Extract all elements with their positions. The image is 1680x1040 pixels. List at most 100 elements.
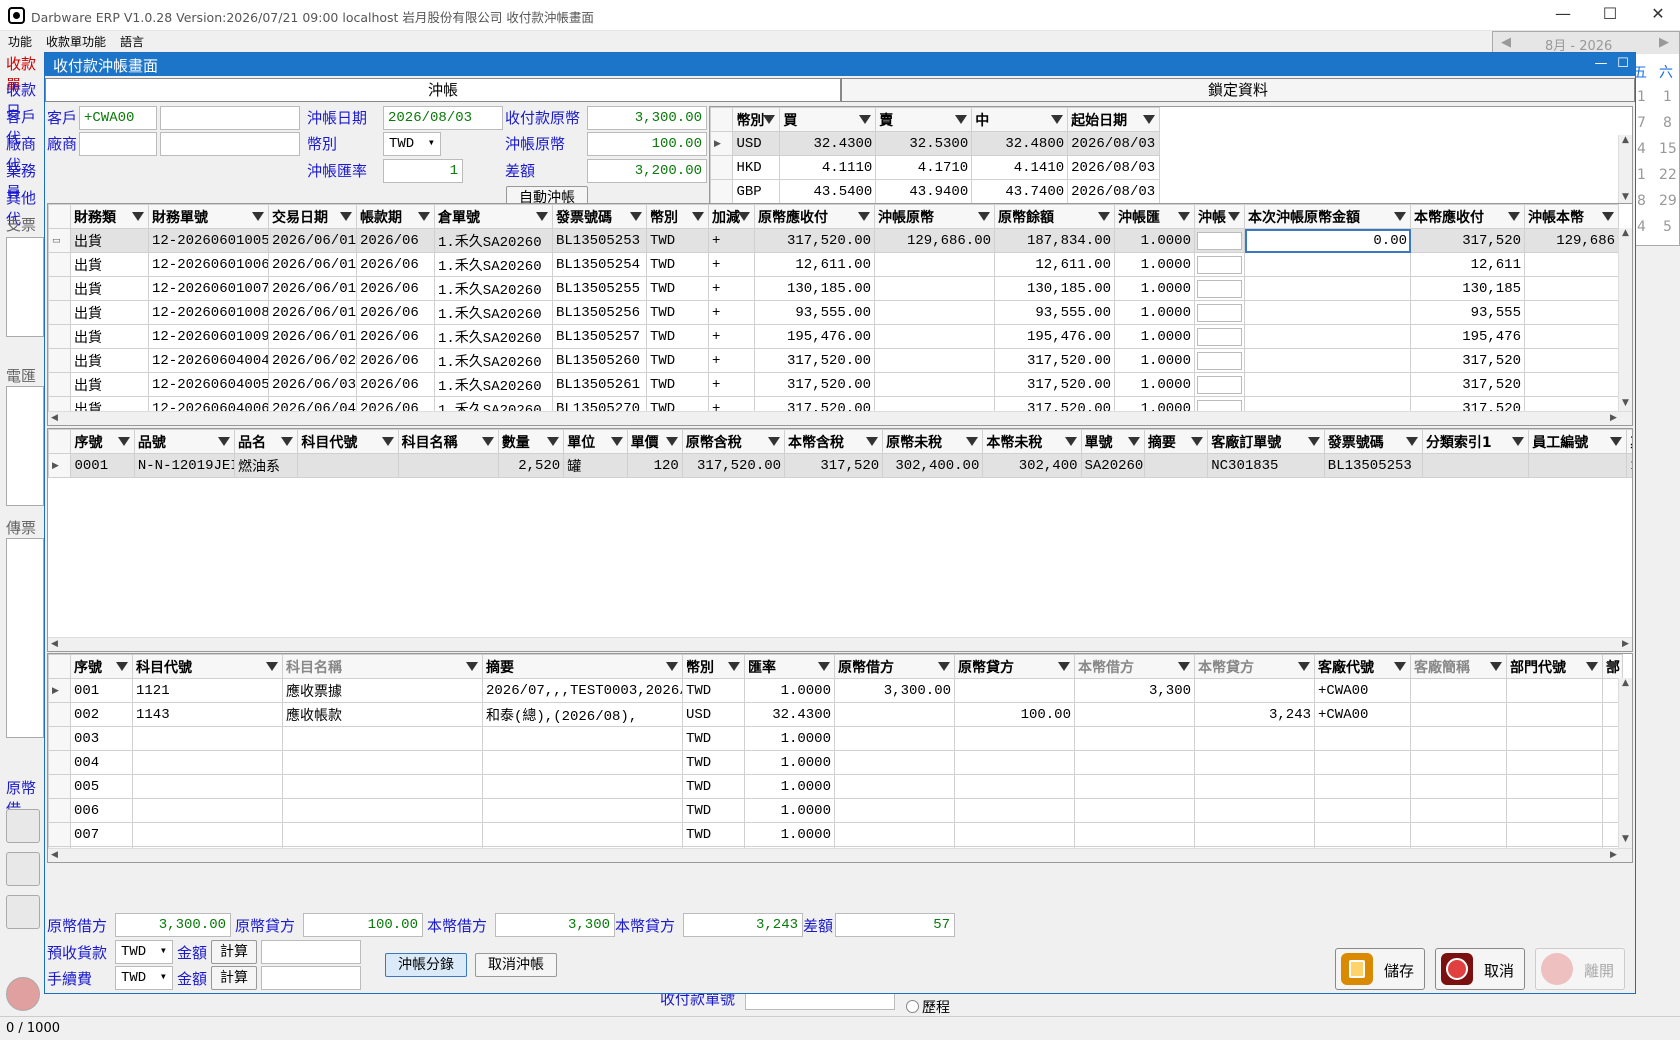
row-indicator[interactable]: ▭: [48, 228, 71, 253]
calendar-day[interactable]: 22: [1659, 167, 1677, 183]
rates-header-1[interactable]: 買: [779, 107, 877, 132]
entries-header-9[interactable]: 本幣貸方: [1194, 654, 1315, 679]
entries-cell[interactable]: 004: [70, 750, 133, 775]
entries-cell[interactable]: 001: [70, 678, 133, 703]
entries-cell[interactable]: [954, 774, 1075, 799]
docs-cell[interactable]: +: [708, 276, 755, 301]
docs-cell[interactable]: BL13505253: [552, 228, 647, 253]
entries-cell[interactable]: [1506, 702, 1603, 727]
docs-cell[interactable]: [874, 348, 995, 373]
docs-cell[interactable]: 出貨: [70, 372, 149, 397]
table-row[interactable]: GBP 43.5400 43.9400 43.7400 2026/08/03: [710, 179, 1160, 203]
table-row[interactable]: 004 TWD 1.0000: [48, 750, 1623, 775]
entries-cell[interactable]: [132, 774, 283, 799]
rates-cell[interactable]: 4.1110: [779, 155, 877, 180]
docs-cell[interactable]: [1194, 276, 1245, 301]
docs-cell[interactable]: 1.禾久SA20260: [434, 252, 553, 277]
entries-cell[interactable]: TWD: [682, 774, 745, 799]
docs-cell[interactable]: 12-20260601005: [148, 228, 269, 253]
items-header-11[interactable]: 本幣未稅: [982, 429, 1082, 454]
entries-header-0[interactable]: 序號: [70, 654, 133, 679]
menu-receipt[interactable]: 收款單功能: [46, 33, 106, 50]
docs-cell[interactable]: 2026/06: [356, 228, 435, 253]
docs-cell[interactable]: 1.0000: [1114, 372, 1195, 397]
entries-cell[interactable]: 應收票據: [282, 678, 483, 703]
offset-checkbox[interactable]: [1197, 327, 1242, 346]
entries-cell[interactable]: 003: [70, 726, 133, 751]
entries-cell[interactable]: 3,300: [1074, 678, 1195, 703]
calendar-prev-icon[interactable]: ◀: [1501, 35, 1511, 50]
rates-cell[interactable]: 4.1710: [875, 155, 973, 180]
docs-cell[interactable]: 93,555.00: [754, 300, 875, 325]
row-indicator[interactable]: [48, 276, 71, 301]
docs-cell[interactable]: 93,555.00: [994, 300, 1115, 325]
rates-vscroll[interactable]: ▲ ▼: [1618, 135, 1632, 203]
currency-select[interactable]: TWD: [383, 132, 441, 156]
docs-cell[interactable]: 317,520.00: [994, 372, 1115, 397]
docs-cell[interactable]: TWD: [646, 348, 709, 373]
entries-cell[interactable]: [1410, 750, 1507, 775]
docs-cell[interactable]: [1244, 372, 1411, 397]
table-row[interactable]: ▶ 0001 N-N-12019JEI 燃油系 2,520 罐 120 317,520.00 3…: [48, 453, 1632, 478]
row-indicator[interactable]: [48, 252, 71, 277]
entries-cell[interactable]: [954, 822, 1075, 847]
docs-cell[interactable]: [1194, 348, 1245, 373]
calendar-day[interactable]: 4: [1637, 219, 1646, 235]
scroll-left-icon[interactable]: ◀: [51, 639, 58, 649]
calendar-day[interactable]: 4: [1637, 141, 1646, 157]
docs-cell[interactable]: 129,686: [1524, 228, 1619, 253]
entries-cell[interactable]: [1410, 702, 1507, 727]
entries-cell[interactable]: [1506, 678, 1603, 703]
row-indicator[interactable]: [710, 179, 734, 203]
calendar-next-icon[interactable]: ▶: [1659, 35, 1669, 50]
docs-header-13[interactable]: 本次沖帳原幣金額: [1244, 204, 1411, 229]
entries-cell[interactable]: [834, 774, 955, 799]
docs-cell[interactable]: 12-20260601007: [148, 276, 269, 301]
docs-cell[interactable]: 1.禾久SA20260: [434, 348, 553, 373]
entries-cell[interactable]: 1.0000: [744, 678, 835, 703]
docs-cell[interactable]: 1.0000: [1114, 228, 1195, 253]
rates-cell[interactable]: 43.5400: [779, 179, 877, 203]
entries-cell[interactable]: 2026/07,,,TEST0003,2026/: [482, 678, 683, 703]
rates-header-2[interactable]: 賣: [875, 107, 973, 132]
docs-header-3[interactable]: 帳款期: [356, 204, 435, 229]
docs-cell[interactable]: BL13505254: [552, 252, 647, 277]
scroll-left-icon[interactable]: ◀: [51, 850, 58, 860]
items-cell[interactable]: [1528, 453, 1628, 478]
row-indicator[interactable]: [710, 155, 734, 180]
entries-cell[interactable]: 1.0000: [744, 822, 835, 847]
items-cell[interactable]: [1421, 453, 1530, 478]
fee-calc-button[interactable]: 計算: [211, 966, 257, 990]
calendar-day[interactable]: 1: [1637, 89, 1646, 105]
docs-cell[interactable]: 2026/06: [356, 324, 435, 349]
entries-cell[interactable]: 1.0000: [744, 750, 835, 775]
docs-cell[interactable]: 2026/06: [356, 300, 435, 325]
menu-language[interactable]: 語言: [120, 33, 144, 50]
entries-cell[interactable]: [1506, 750, 1603, 775]
calendar-day[interactable]: 1: [1637, 167, 1646, 183]
docs-cell[interactable]: 2026/06: [356, 348, 435, 373]
docs-cell[interactable]: [1244, 300, 1411, 325]
docs-cell[interactable]: [1524, 372, 1619, 397]
vendor-name-input[interactable]: [160, 132, 300, 156]
cancel-button[interactable]: 取消: [1435, 948, 1525, 990]
docs-cell[interactable]: BL13505261: [552, 372, 647, 397]
row-indicator[interactable]: [48, 798, 71, 823]
entries-cell[interactable]: [834, 726, 955, 751]
entries-cell[interactable]: 005: [70, 774, 133, 799]
items-header-4[interactable]: 科目名稱: [397, 429, 499, 454]
dialog-maximize-icon[interactable]: ☐: [1615, 56, 1631, 72]
items-cell[interactable]: 1.1: [1626, 453, 1632, 478]
calendar-day[interactable]: 7: [1637, 115, 1646, 131]
entries-cell[interactable]: [1194, 774, 1315, 799]
items-cell[interactable]: 302,400.00: [882, 453, 984, 478]
docs-header-5[interactable]: 發票號碼: [552, 204, 647, 229]
entries-cell[interactable]: TWD: [682, 726, 745, 751]
entries-cell[interactable]: [1506, 798, 1603, 823]
docs-header-9[interactable]: 沖帳原幣: [874, 204, 995, 229]
docs-cell[interactable]: +: [708, 324, 755, 349]
docs-cell[interactable]: [1524, 252, 1619, 277]
docs-cell[interactable]: 1.0000: [1114, 348, 1195, 373]
entries-cell[interactable]: [1074, 750, 1195, 775]
docs-cell[interactable]: [874, 324, 995, 349]
